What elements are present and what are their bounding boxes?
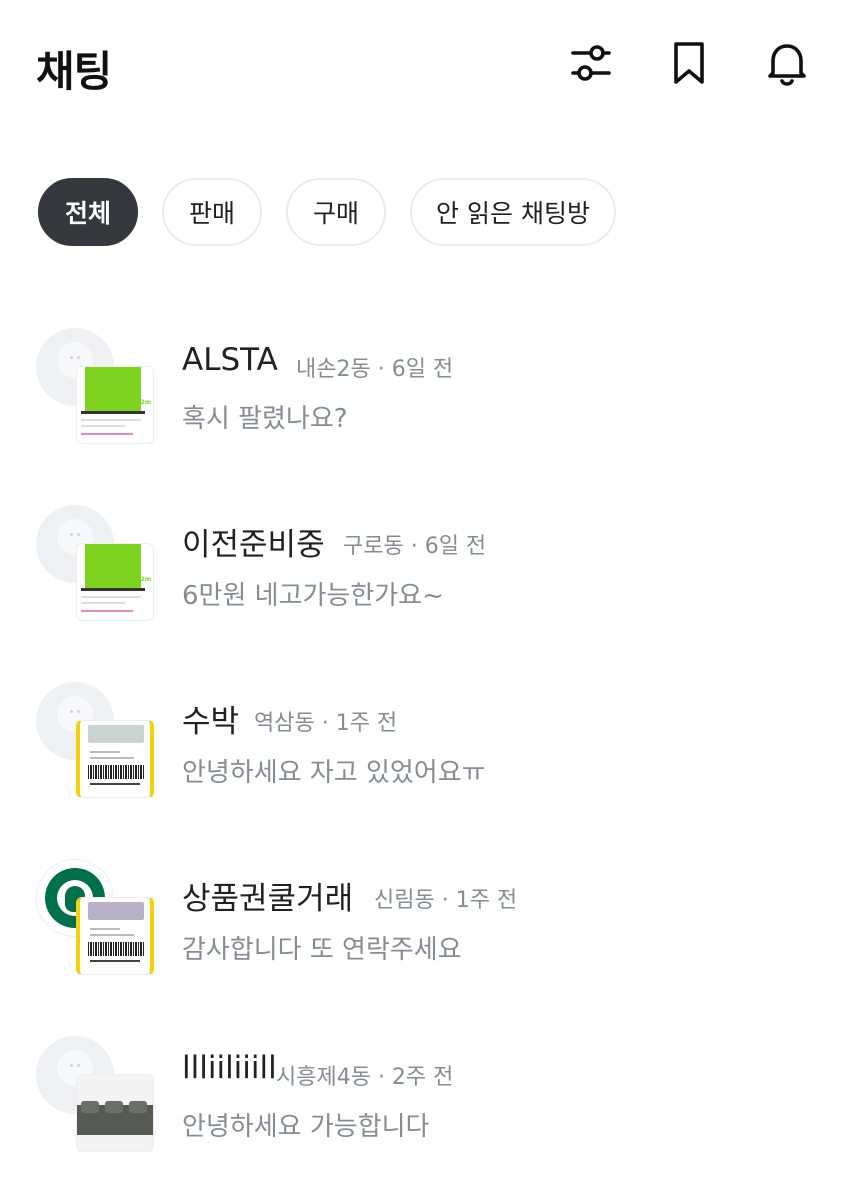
filter-chip-buy[interactable]: 구매 [286,178,386,246]
chat-partner-name: 수박 [182,704,240,740]
chat-row[interactable]: llliiliiill 시흥제4동 · 2주 전 안녕하세요 가능합니다 [0,1026,850,1176]
product-thumbnail: 1.8×2m [76,366,154,444]
last-message: 감사합니다 또 연락주세요 [182,935,462,965]
chat-row[interactable]: 수박 역삼동 · 1주 전 안녕하세요 자고 있었어요ㅠ [0,672,850,822]
header: 채팅 [0,0,850,130]
chat-row[interactable]: 1.8×2m ALSTA 내손2동 · 6일 전 혹시 팔렸나요? [0,318,850,468]
last-message: 안녕하세요 자고 있었어요ㅠ [182,758,486,788]
last-message: 혹시 팔렸나요? [182,404,348,434]
chat-row[interactable]: 1.8×2m 이전준비중 구로동 · 6일 전 6만원 네고가능한가요~ [0,495,850,645]
chat-partner-name: llliiliiill [182,1050,277,1086]
page-title: 채팅 [36,47,112,96]
last-message: 안녕하세요 가능합니다 [182,1112,430,1142]
chat-partner-name: ALSTA [182,342,278,378]
chat-meta: 시흥제4동 · 2주 전 [276,1065,454,1090]
chat-meta: 신림동 · 1주 전 [374,888,518,913]
chat-partner-name: 상품권쿨거래 [182,881,354,917]
chat-meta: 구로동 · 6일 전 [343,534,487,559]
product-thumbnail [76,720,154,798]
last-message: 6만원 네고가능한가요~ [182,581,444,611]
chat-meta: 역삼동 · 1주 전 [254,711,398,736]
product-thumbnail: 1.8×2m [76,543,154,621]
filter-sliders-icon[interactable] [564,36,618,90]
chat-partner-name: 이전준비중 [182,527,325,563]
filter-chip-unread[interactable]: 안 읽은 채팅방 [410,178,616,246]
product-thumbnail [76,897,154,975]
filter-chip-sell[interactable]: 판매 [162,178,262,246]
filter-chip-all[interactable]: 전체 [38,178,138,246]
chat-meta: 내손2동 · 6일 전 [296,357,454,382]
chat-row[interactable]: 상품권쿨거래 신림동 · 1주 전 감사합니다 또 연락주세요 [0,849,850,999]
bell-icon[interactable] [760,36,814,90]
product-thumbnail [76,1074,154,1152]
filter-chips: 전체 판매 구매 안 읽은 채팅방 [38,178,616,250]
bookmark-icon[interactable] [662,36,716,90]
